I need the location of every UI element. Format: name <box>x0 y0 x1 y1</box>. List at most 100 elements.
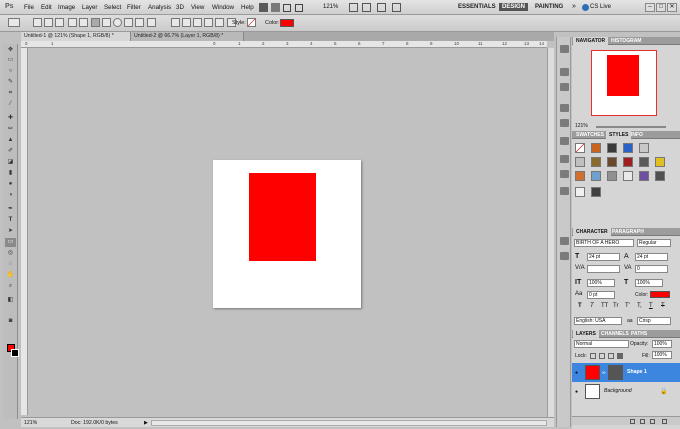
menu-edit[interactable]: Edit <box>41 4 52 11</box>
gradient-tool-icon[interactable]: ▮ <box>5 169 16 178</box>
style-swatch[interactable] <box>591 171 601 181</box>
clone-panel-icon[interactable] <box>560 119 569 127</box>
hand-tool-icon[interactable]: ✋ <box>5 271 16 280</box>
cslive-button[interactable]: CS Live <box>590 4 611 10</box>
style-swatch[interactable] <box>639 171 649 181</box>
clone-stamp-icon[interactable]: ▲ <box>5 136 16 145</box>
style-swatch[interactable] <box>591 157 601 167</box>
tab-swatches[interactable]: SWATCHES <box>573 131 607 139</box>
polygon-option[interactable] <box>124 18 133 27</box>
custom-shape-option[interactable] <box>147 18 156 27</box>
visibility-eye-icon[interactable]: ● <box>575 370 578 376</box>
tab-paths[interactable]: PATHS <box>628 330 650 338</box>
menu-view[interactable]: View <box>191 4 204 11</box>
status-zoom[interactable]: 121% <box>24 420 37 426</box>
minimize-button[interactable]: – <box>645 3 655 12</box>
all-caps-button[interactable]: TT <box>601 303 608 309</box>
layer-row-background[interactable]: ● Background 🔒 <box>572 382 680 401</box>
brush-tool-icon[interactable]: ✏ <box>5 125 16 134</box>
language-select[interactable]: English: USA <box>574 317 622 325</box>
zoom-tool-icon[interactable]: ⌕ <box>5 282 16 291</box>
antialias-select[interactable]: Crisp <box>637 317 671 325</box>
style-swatch[interactable] <box>575 171 585 181</box>
tab-character[interactable]: CHARACTER <box>573 228 611 236</box>
new-shape-layer-option[interactable] <box>171 18 180 27</box>
crop-tool-icon[interactable]: ⌗ <box>5 89 16 98</box>
rectangle-shape-option[interactable] <box>91 18 100 27</box>
leading-field[interactable]: 24 pt <box>635 253 668 261</box>
arrange-docs-icon[interactable] <box>377 3 386 12</box>
line-option[interactable] <box>135 18 144 27</box>
style-swatch[interactable] <box>575 187 585 197</box>
font-size-field[interactable]: 24 pt <box>587 253 620 261</box>
channels-icon[interactable] <box>560 187 569 195</box>
eyedropper-icon[interactable]: ⁄ <box>5 100 16 109</box>
menu-file[interactable]: File <box>24 4 34 11</box>
navigator-zoom[interactable]: 121% <box>575 123 588 129</box>
paragraph-icon[interactable] <box>560 252 569 260</box>
menu-window[interactable]: Window <box>212 4 234 11</box>
superscript-button[interactable]: T' <box>625 303 630 309</box>
blend-mode-select[interactable]: Normal <box>574 340 629 348</box>
kerning-field[interactable] <box>587 265 620 273</box>
navigator-thumbnail[interactable] <box>591 50 657 116</box>
tab-histogram[interactable]: HISTOGRAM <box>608 37 644 45</box>
rectangle-tool-icon[interactable]: ▭ <box>5 238 16 247</box>
subtract-shape-option[interactable] <box>193 18 202 27</box>
marquee-tool-icon[interactable]: ▭ <box>5 56 16 65</box>
minibridge-icon[interactable] <box>271 3 280 12</box>
3d-rotate-icon[interactable]: ◎ <box>5 249 16 258</box>
font-style-select[interactable]: Regular <box>637 239 671 247</box>
quick-select-icon[interactable]: ✎ <box>5 78 16 87</box>
fill-pixels-mode[interactable] <box>55 18 64 27</box>
vertical-scrollbar[interactable] <box>547 48 554 417</box>
lock-all-icon[interactable] <box>617 353 623 359</box>
shape-color-swatch[interactable] <box>280 19 294 27</box>
extras-icon[interactable] <box>283 4 291 12</box>
tab-navigator[interactable]: NAVIGATOR <box>573 37 609 45</box>
freeform-pen-option[interactable] <box>79 18 88 27</box>
menu-3d[interactable]: 3D <box>176 4 184 11</box>
status-menu-icon[interactable]: ▶ <box>144 420 148 426</box>
faux-italic-button[interactable]: T <box>590 303 594 309</box>
style-swatch[interactable] <box>591 187 601 197</box>
tool-presets-icon[interactable] <box>560 137 569 145</box>
tab-paragraph[interactable]: PARAGRAPH <box>609 228 647 236</box>
workspace-essentials[interactable]: ESSENTIALS <box>455 3 499 11</box>
background-color[interactable] <box>11 349 19 357</box>
new-group-icon[interactable] <box>630 419 635 424</box>
style-picker[interactable] <box>247 18 256 27</box>
underline-button[interactable]: T <box>649 303 653 309</box>
navigator-zoom-slider[interactable] <box>596 126 666 128</box>
rounded-rect-option[interactable] <box>102 18 111 27</box>
subscript-button[interactable]: T, <box>637 303 642 309</box>
quick-mask-icon[interactable]: ◙ <box>5 317 16 326</box>
dodge-tool-icon[interactable]: ◑ <box>5 191 16 200</box>
intersect-shape-option[interactable] <box>204 18 213 27</box>
add-to-shape-option[interactable] <box>182 18 191 27</box>
actions-panel-icon[interactable] <box>560 68 569 76</box>
history-panel-icon[interactable] <box>560 45 569 53</box>
exclude-shape-option[interactable] <box>215 18 224 27</box>
menu-analysis[interactable]: Analysis <box>148 4 171 11</box>
layer-row-shape-1[interactable]: ● ∞ Shape 1 <box>572 363 680 382</box>
fill-field[interactable]: 100% <box>652 351 672 359</box>
style-swatch-none[interactable] <box>575 143 585 153</box>
style-swatch[interactable] <box>655 157 665 167</box>
3d-orbit-icon[interactable]: ◌ <box>5 260 16 269</box>
adjustment-layer-icon[interactable] <box>640 419 645 424</box>
path-select-icon[interactable]: ➤ <box>5 227 16 236</box>
info-panel-icon[interactable] <box>560 83 569 91</box>
hand-icon[interactable] <box>349 3 358 12</box>
tab-untitled-2[interactable]: Untitled-2 @ 66.7% (Layer 1, RGB/8) * <box>131 32 244 41</box>
horizontal-scrollbar[interactable] <box>151 420 547 426</box>
healing-brush-icon[interactable]: ✚ <box>5 114 16 123</box>
new-layer-icon[interactable] <box>650 419 655 424</box>
type-tool-icon[interactable]: T <box>5 216 16 225</box>
red-rectangle-shape[interactable] <box>249 173 316 261</box>
masks-icon[interactable] <box>560 170 569 178</box>
menu-layer[interactable]: Layer <box>82 4 97 11</box>
screen-mode-icon[interactable] <box>392 3 401 12</box>
style-swatch[interactable] <box>623 171 633 181</box>
style-swatch[interactable] <box>607 157 617 167</box>
